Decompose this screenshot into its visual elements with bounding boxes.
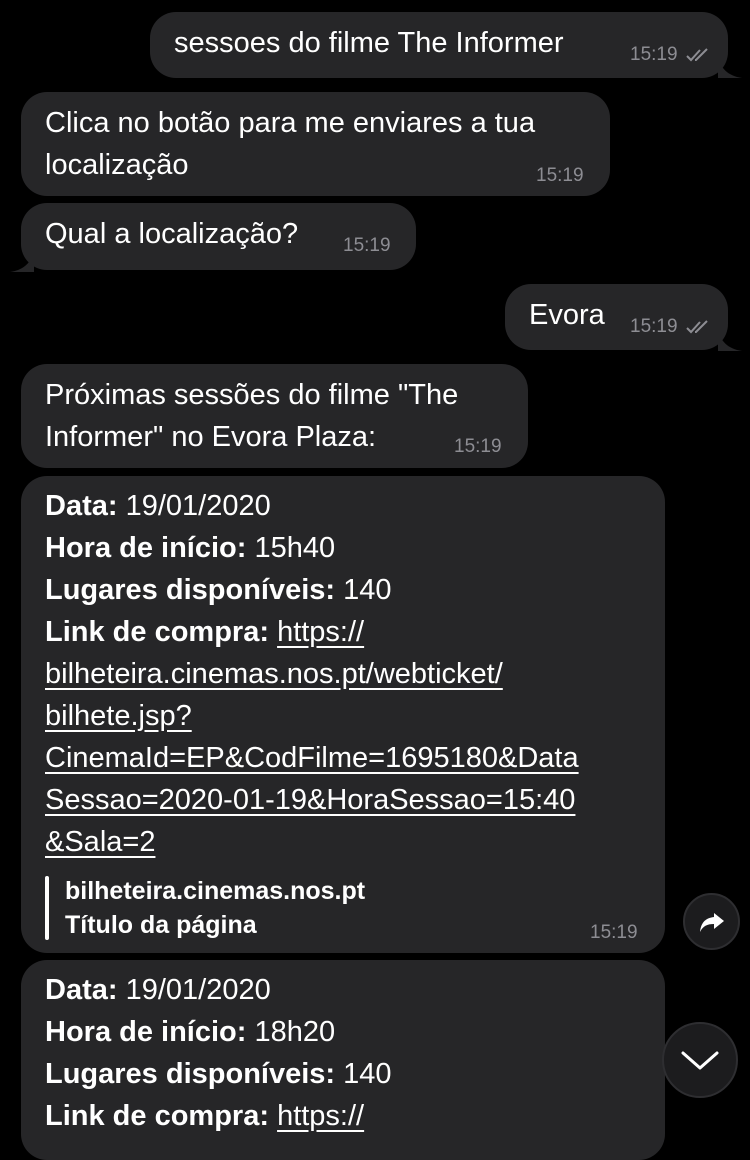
share-arrow-icon xyxy=(700,913,724,932)
session-seats-value: 140 xyxy=(335,574,392,606)
message-text: sessoes do filme The Informer xyxy=(174,27,564,59)
ticket-link[interactable]: CinemaId=EP&CodFilme=1695180&Data xyxy=(45,737,579,779)
message-time: 15:19 xyxy=(590,922,638,943)
session-link-label: Link de compra: xyxy=(45,616,269,648)
ticket-link[interactable]: https:// xyxy=(277,616,364,648)
chevron-down-icon xyxy=(681,1051,719,1070)
message-time: 15:19 xyxy=(343,235,391,256)
session-link-label: Link de compra: xyxy=(45,1100,269,1132)
message-time: 15:19 xyxy=(630,316,678,337)
bubble-tail xyxy=(718,329,742,351)
message-time: 15:19 xyxy=(454,436,502,457)
bubble-tail xyxy=(718,56,742,78)
session-start-label: Hora de início: xyxy=(45,532,247,564)
link-preview-site[interactable]: bilheteira.cinemas.nos.pt xyxy=(65,877,365,906)
double-check-icon xyxy=(686,320,708,334)
message-text: Qual a localização? xyxy=(45,218,299,250)
message-bubble-incoming[interactable]: Próximas sessões do filme "The Informer"… xyxy=(21,364,528,468)
ticket-link[interactable]: &Sala=2 xyxy=(45,821,155,863)
session-seats-value: 140 xyxy=(335,1058,392,1090)
message-text-line: Informer" no Evora Plaza: xyxy=(45,421,377,453)
session-start-time: Hora de início: 18h20 xyxy=(45,1011,335,1053)
forward-button[interactable] xyxy=(683,893,740,950)
message-bubble-incoming-session[interactable]: Data: 19/01/2020 Hora de início: 18h20 L… xyxy=(21,960,665,1160)
session-date-label: Data: xyxy=(45,974,118,1006)
session-date-value: 19/01/2020 xyxy=(117,974,271,1006)
session-seats: Lugares disponíveis: 140 xyxy=(45,569,392,611)
session-date: Data: 19/01/2020 xyxy=(45,485,271,527)
session-date: Data: 19/01/2020 xyxy=(45,969,271,1011)
session-seats: Lugares disponíveis: 140 xyxy=(45,1053,392,1095)
message-text-line: Próximas sessões do filme "The xyxy=(45,379,459,411)
ticket-link[interactable]: Sessao=2020-01-19&HoraSessao=15:40 xyxy=(45,779,575,821)
session-date-value: 19/01/2020 xyxy=(117,490,271,522)
message-text-line: Clica no botão para me enviares a tua xyxy=(45,107,536,139)
message-bubble-incoming[interactable]: Qual a localização? 15:19 xyxy=(21,203,416,270)
message-bubble-incoming[interactable]: Clica no botão para me enviares a tua lo… xyxy=(21,92,610,196)
session-link-line: Link de compra: https:// xyxy=(45,611,364,653)
session-start-label: Hora de início: xyxy=(45,1016,247,1048)
message-text-line: localização xyxy=(45,149,189,181)
ticket-link[interactable]: bilhete.jsp? xyxy=(45,695,192,737)
message-time: 15:19 xyxy=(630,44,678,65)
session-date-label: Data: xyxy=(45,490,118,522)
session-seats-label: Lugares disponíveis: xyxy=(45,574,336,606)
message-time: 15:19 xyxy=(536,165,584,186)
scroll-down-button[interactable] xyxy=(662,1022,738,1098)
message-bubble-outgoing[interactable]: Evora 15:19 xyxy=(505,284,728,350)
link-preview-title[interactable]: Título da página xyxy=(65,911,257,940)
double-check-icon xyxy=(686,48,708,62)
bubble-tail xyxy=(10,250,34,272)
session-start-value: 15h40 xyxy=(246,532,336,564)
ticket-link[interactable]: https:// xyxy=(277,1100,364,1132)
message-bubble-outgoing[interactable]: sessoes do filme The Informer 15:19 xyxy=(150,12,728,78)
session-seats-label: Lugares disponíveis: xyxy=(45,1058,336,1090)
message-bubble-incoming-session[interactable]: Data: 19/01/2020 Hora de início: 15h40 L… xyxy=(21,476,665,953)
session-link-line: Link de compra: https:// xyxy=(45,1095,364,1137)
session-start-value: 18h20 xyxy=(246,1016,336,1048)
session-start-time: Hora de início: 15h40 xyxy=(45,527,335,569)
message-text: Evora xyxy=(529,299,605,331)
link-preview-bar xyxy=(45,876,49,940)
ticket-link[interactable]: bilheteira.cinemas.nos.pt/webticket/ xyxy=(45,653,503,695)
